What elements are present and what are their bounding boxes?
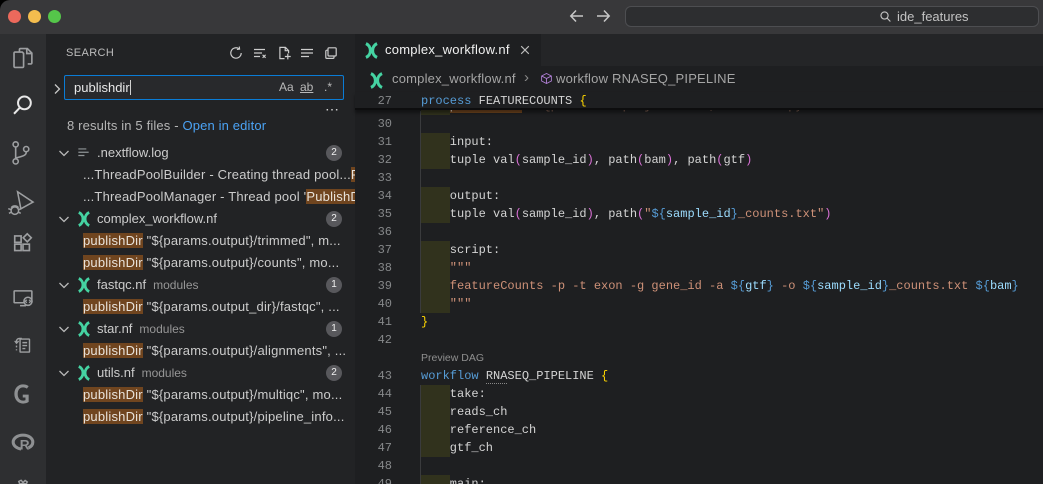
svg-text:R: R	[20, 438, 30, 453]
